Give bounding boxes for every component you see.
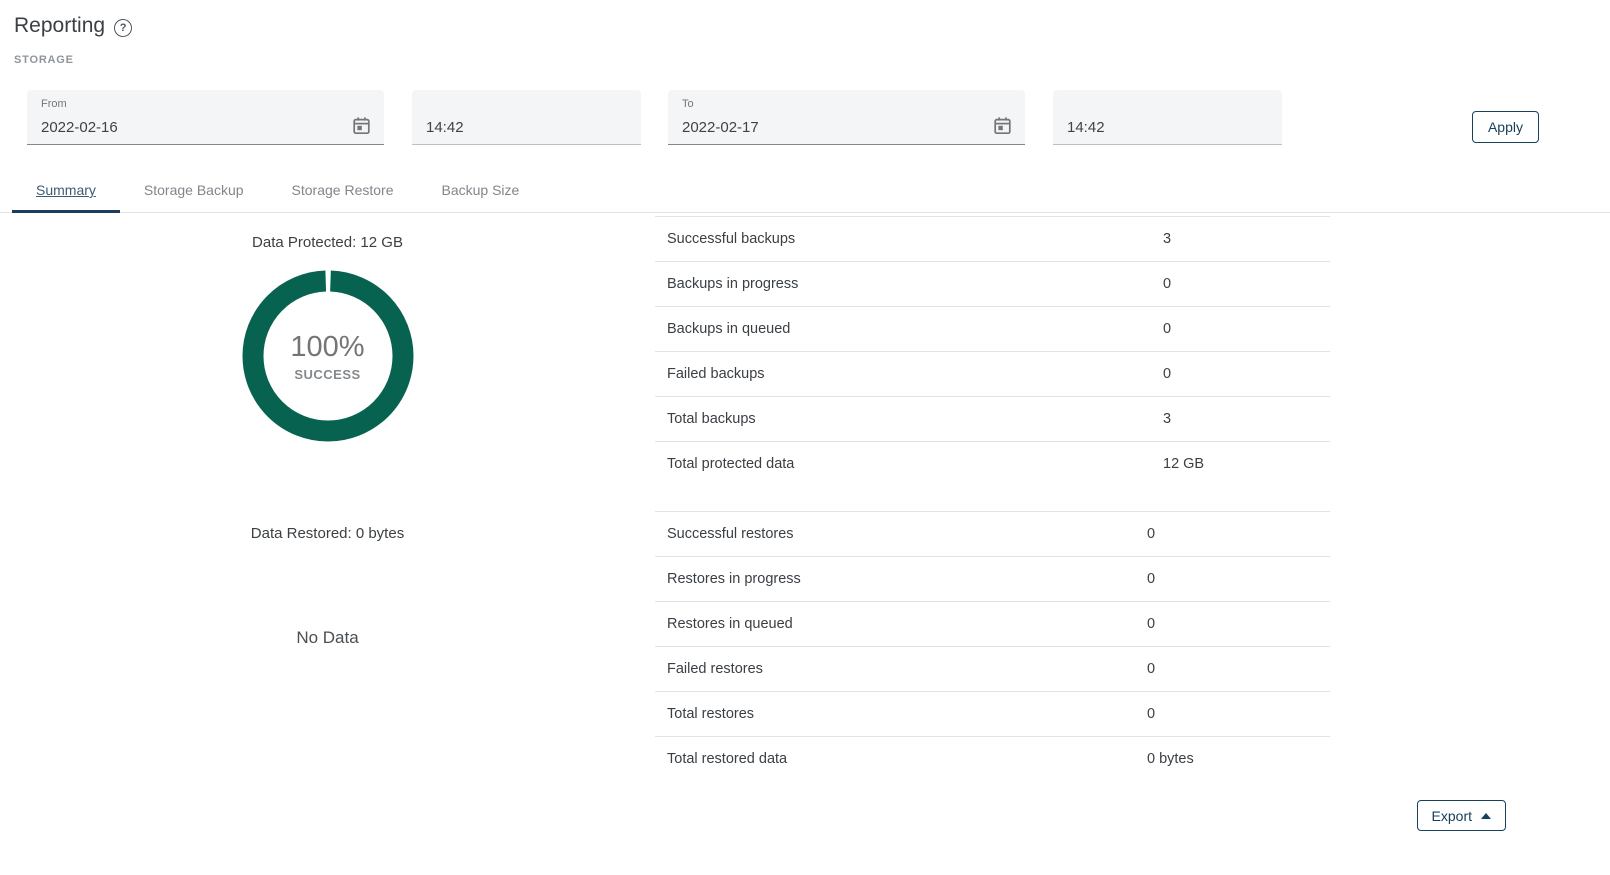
tab-backup-size[interactable]: Backup Size	[417, 168, 543, 212]
apply-button[interactable]: Apply	[1472, 111, 1539, 143]
data-restored-title: Data Restored: 0 bytes	[0, 525, 655, 542]
from-date-input[interactable]	[41, 119, 343, 136]
help-icon[interactable]: ?	[114, 19, 132, 37]
stat-value: 12 GB	[1163, 456, 1204, 472]
stat-label: Failed backups	[667, 366, 765, 382]
stat-label: Total restores	[667, 706, 754, 722]
to-time-field[interactable]	[1053, 90, 1282, 145]
from-date-label: From	[41, 98, 67, 110]
stat-label: Backups in progress	[667, 276, 798, 292]
donut-center: 100% SUCCESS	[242, 270, 414, 442]
stat-label: Total restored data	[667, 751, 787, 767]
stat-value: 0	[1147, 661, 1155, 677]
data-protected-title: Data Protected: 12 GB	[0, 234, 655, 251]
no-data-label: No Data	[0, 628, 655, 648]
stat-label: Total protected data	[667, 456, 794, 472]
table-row: Restores in queued 0	[655, 601, 1330, 646]
stat-value: 3	[1163, 411, 1171, 427]
to-time-input[interactable]	[1067, 119, 1270, 136]
stat-value: 0	[1147, 571, 1155, 587]
stat-label: Successful restores	[667, 526, 794, 542]
donut-status-label: SUCCESS	[294, 367, 360, 382]
charts-panel: Data Protected: 12 GB 100% SUCCESS Data …	[0, 213, 655, 781]
stat-label: Restores in progress	[667, 571, 801, 587]
table-row: Successful backups 3	[655, 216, 1330, 261]
table-row: Restores in progress 0	[655, 556, 1330, 601]
export-button[interactable]: Export	[1417, 800, 1506, 831]
stat-value: 0	[1163, 366, 1171, 382]
section-label-storage: STORAGE	[14, 54, 1610, 66]
page-title: Reporting	[14, 14, 105, 38]
export-row: Export	[0, 800, 1610, 831]
page-header: Reporting ?	[0, 0, 1610, 38]
table-row: Successful restores 0	[655, 511, 1330, 556]
table-row: Total backups 3	[655, 396, 1330, 441]
tab-storage-backup[interactable]: Storage Backup	[120, 168, 268, 212]
summary-content: Data Protected: 12 GB 100% SUCCESS Data …	[0, 213, 1610, 781]
stat-value: 0	[1163, 321, 1171, 337]
calendar-icon	[992, 115, 1013, 136]
stat-label: Total backups	[667, 411, 756, 427]
stat-label: Restores in queued	[667, 616, 793, 632]
export-button-label: Export	[1432, 808, 1472, 824]
table-row: Backups in queued 0	[655, 306, 1330, 351]
calendar-icon	[351, 115, 372, 136]
table-row: Backups in progress 0	[655, 261, 1330, 306]
donut-percent-label: 100%	[290, 331, 364, 364]
table-row: Total protected data 12 GB	[655, 441, 1330, 486]
restore-stats-table: Successful restores0Restores in progress…	[655, 511, 1330, 781]
table-row: Total restored data 0 bytes	[655, 736, 1330, 781]
stat-label: Successful backups	[667, 231, 795, 247]
to-date-label: To	[682, 98, 694, 110]
date-filter-bar: From To	[27, 90, 1583, 145]
caret-up-icon	[1481, 813, 1491, 819]
from-calendar-button[interactable]	[351, 115, 372, 136]
from-time-input[interactable]	[426, 119, 629, 136]
stats-panel: Successful backups3Backups in progress0B…	[655, 216, 1330, 781]
from-date-field[interactable]: From	[27, 90, 384, 145]
stat-label: Failed restores	[667, 661, 763, 677]
stat-label: Backups in queued	[667, 321, 790, 337]
stat-value: 0	[1147, 616, 1155, 632]
to-date-input[interactable]	[682, 119, 984, 136]
table-row: Total restores 0	[655, 691, 1330, 736]
backup-stats-table: Successful backups3Backups in progress0B…	[655, 216, 1330, 486]
success-donut-chart: 100% SUCCESS	[242, 270, 414, 442]
table-row: Failed backups 0	[655, 351, 1330, 396]
stat-value: 0	[1163, 276, 1171, 292]
tab-storage-restore[interactable]: Storage Restore	[268, 168, 418, 212]
stat-value: 0 bytes	[1147, 751, 1194, 767]
from-time-field[interactable]	[412, 90, 641, 145]
to-date-field[interactable]: To	[668, 90, 1025, 145]
report-tabs: Summary Storage Backup Storage Restore B…	[0, 168, 1610, 213]
stat-value: 0	[1147, 526, 1155, 542]
tab-summary[interactable]: Summary	[12, 168, 120, 212]
stat-value: 3	[1163, 231, 1171, 247]
to-calendar-button[interactable]	[992, 115, 1013, 136]
stat-value: 0	[1147, 706, 1155, 722]
table-row: Failed restores 0	[655, 646, 1330, 691]
